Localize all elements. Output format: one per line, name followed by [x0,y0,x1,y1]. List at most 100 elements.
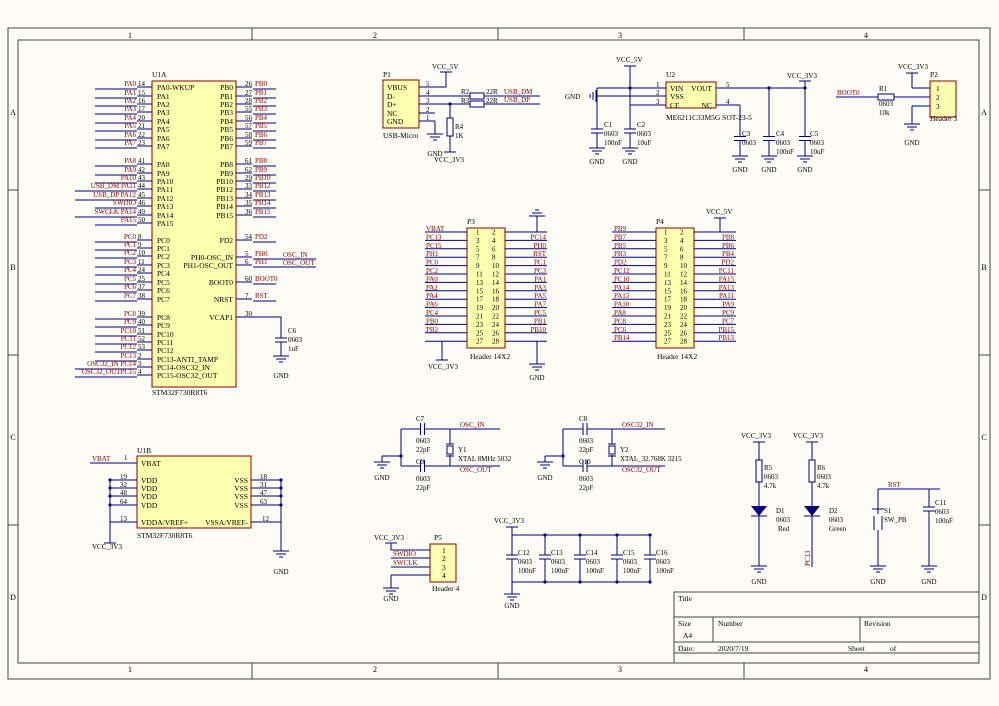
swdio-net-label: SWDIO [393,550,416,558]
r2-resistor [469,92,485,100]
u1a-pin-name: PA11 [157,185,173,194]
u1a-pin-number: 55 [245,105,253,113]
s1-ref: S1 [884,507,892,515]
p4-net-label: PC12 [614,267,630,275]
u1a-net-label: PC8 [124,310,137,318]
u1a-net-label: PH0 [255,250,268,258]
u1a-net-label: PA10 [121,174,137,182]
u1a-pin-number: 59 [245,139,253,147]
p3-net-label: PA2 [426,284,438,292]
p4-pin-number: 10 [680,262,688,270]
u1a-pin-number: 35 [245,199,253,207]
p3-pin-number: 7 [476,254,480,262]
u1a-pin-name: PA8 [157,160,170,169]
u1a-pin-name: PA13 [157,202,174,211]
p4-pin-number: 23 [664,321,672,329]
c10-ref: C10 [579,458,591,466]
u1a-net-label: PC1 [124,241,137,249]
p3-net-label: PB1 [534,317,547,325]
gnd-label: GND [273,568,288,576]
r1-package: 0603 [879,100,894,108]
p4-body [655,227,695,349]
u1a-pin-number: 7 [245,292,249,300]
u1a-pin-number: 4 [138,368,142,376]
vcc-label: VCC_3V3 [92,543,122,551]
schematic-sheet: 11223344A AB BC CD DU1ASTM32F730R8T6PA0 14 PA0… [7,27,991,680]
p3-pin-number: 13 [476,279,484,287]
u1a-net-label: PB6 [255,131,268,139]
u1a-pin-number: 21 [138,122,146,130]
u1b-pin-name: VDD [141,501,158,510]
frame-col-label: 2 [373,31,377,40]
vcc-label: VCC_5V [616,56,642,64]
u1a-pin-name: PC15-OSC32_OUT [157,371,218,380]
p4-pin-number: 20 [680,304,688,312]
u1a-net-label: PC12 [120,343,136,351]
u1a-net-label: PC2 [124,249,137,257]
frame-row-label: D [10,593,16,602]
titleblock-number-label: Number [718,619,743,628]
p3-pin-number: 18 [492,296,500,304]
p3-net-label: PC1 [534,259,547,267]
p4-pin-number: 5 [664,245,668,253]
u2-designator: U2 [666,70,675,79]
p3-pin-number: 1 [476,229,480,237]
frame-row-label: B [10,263,15,272]
u1a-pin-number: 9 [138,241,142,249]
u1b-pin-number: 18 [260,473,268,481]
gnd-label: GND [797,166,812,174]
p4-pin-number: 8 [680,254,684,262]
titleblock-date: 2020/7/19 [718,644,749,653]
osc-out-label: OSC_OUT [460,466,492,474]
vcc-label: VCC_3V3 [787,72,817,80]
frame-row-label: B [981,263,986,272]
u1b-pin-number: 32 [120,481,128,489]
p3-pin-number: 25 [476,329,484,337]
osc-in-label: OSC_IN [460,421,485,429]
u2-pin-number: 4 [726,98,730,106]
u1a-net-label: PA8 [124,157,136,165]
p3-pin-number: 5 [476,245,480,253]
u1a-net-label: PC3 [124,258,137,266]
u1a-net-label: PD2 [255,233,268,241]
p4-net-label: PB13 [718,334,734,342]
p4-net-label: PB8 [722,233,735,241]
u1a-pin-number: 38 [138,292,146,300]
c7-package: 0603 [416,437,431,445]
p4-net-label: PA14 [614,284,630,292]
u1a-pin-number: 22 [138,131,146,139]
r4-ref: R4 [455,123,464,131]
y2-value: XTAL_32.768K 3215 [620,455,682,463]
r6-value: 4.7k [817,482,830,490]
p4-net-label: PC10 [614,275,630,283]
u1a-net-label: USB_DM PA11 [91,182,137,190]
decoup-cap-package: 0603 [551,558,566,566]
u1a-pin-name: PD2 [220,236,234,245]
u1a-pin-number: 44 [138,182,146,190]
frame-row-label: C [10,433,15,442]
junction-dot [399,454,403,458]
u1a-net-label: PC9 [124,318,137,326]
frame-col-label: 1 [128,665,132,674]
gnd-label: GND [870,578,885,586]
p4-pin-number: 24 [680,321,688,329]
p3-pin-number: 16 [492,287,500,295]
p3-net-label: PB2 [426,326,439,334]
junction-dot [578,533,582,537]
titleblock-sheet-label: Sheet [848,644,866,653]
u2-pin-number: 5 [726,81,730,89]
c9-value: 22pF [416,484,431,492]
titleblock-title: Title [678,594,693,603]
p1-designator: P1 [383,70,391,79]
u1a-pin-number: 23 [138,139,146,147]
swclk-net-label: SWCLK [393,559,418,567]
u1a-pin-number: 37 [138,283,146,291]
u1a-pin-number: 56 [245,114,253,122]
c8-ref: C8 [579,415,588,423]
gnd-label: GND [537,474,552,482]
u1b-pin-number: 63 [260,498,268,506]
u1a-net-label: PC4 [124,266,137,274]
p4-pin-number: 15 [664,287,672,295]
frame-col-label: 4 [864,31,868,40]
osc-in-label: OSC_IN [283,251,308,259]
